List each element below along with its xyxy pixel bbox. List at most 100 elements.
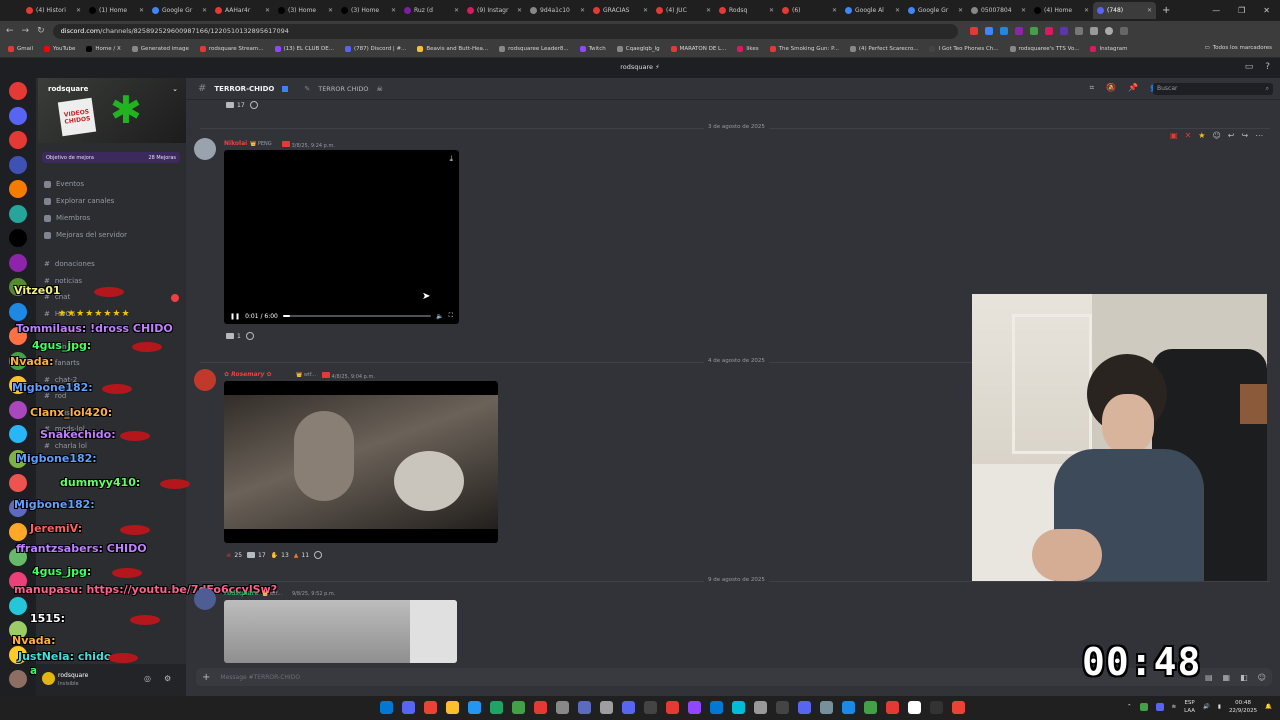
add-reaction-icon[interactable] [314, 551, 323, 559]
tray-app-icon[interactable] [1139, 703, 1148, 711]
message-author[interactable]: ✿ Rosemary ✿ [224, 371, 272, 378]
video-thumbnail[interactable] [224, 381, 498, 543]
reaction[interactable]: ▲ 11 [294, 551, 309, 559]
tab-close-icon[interactable]: ✕ [265, 7, 270, 14]
tab-close-icon[interactable]: ✕ [958, 7, 963, 14]
browser-tab[interactable]: (3) Home ✕ [274, 2, 337, 19]
gif-icon[interactable]: ▦ [1223, 673, 1231, 682]
inbox-icon[interactable]: ▭ [1245, 62, 1254, 72]
taskbar-app-icon[interactable] [952, 701, 965, 714]
tab-close-icon[interactable]: ✕ [202, 7, 207, 14]
help-icon[interactable]: ? [1265, 62, 1270, 72]
notification-bell-icon[interactable]: 🔔 [1265, 704, 1272, 710]
server-icon[interactable] [9, 302, 27, 321]
menu-icon[interactable] [1119, 27, 1128, 35]
pin-icon[interactable]: 📌 [1128, 83, 1138, 93]
browser-tab[interactable]: GRACIAS ✕ [589, 2, 652, 19]
puzzle-icon[interactable] [1074, 27, 1083, 35]
server-menu-item[interactable]: Eventos [44, 180, 84, 188]
bookmark-item[interactable]: Cqaeglqb_lg [616, 46, 660, 52]
browser-tab[interactable]: Google Gr ✕ [148, 2, 211, 19]
taskbar-app-icon[interactable] [754, 701, 767, 714]
server-icon[interactable] [9, 180, 27, 198]
avatar[interactable] [42, 672, 55, 685]
app-icon[interactable]: ▣ [1170, 131, 1178, 140]
taskbar-app-icon[interactable] [446, 701, 459, 714]
tab-close-icon[interactable]: ✕ [895, 7, 900, 14]
extension-icon[interactable] [1014, 27, 1023, 35]
taskbar-app-icon[interactable] [820, 701, 833, 714]
reaction[interactable]: 1 [226, 332, 241, 340]
extension-icon[interactable] [969, 27, 978, 35]
thread-title[interactable]: TERROR CHIDO [318, 85, 368, 93]
emoji-icon[interactable]: ☺ [1258, 673, 1266, 682]
reaction[interactable]: ☠ 25 [226, 551, 242, 559]
bookmark-item[interactable]: Generated image [131, 46, 189, 52]
volume-icon[interactable]: 🔈 [436, 313, 443, 320]
taskbar-app-icon[interactable] [512, 701, 525, 714]
pause-icon[interactable]: ❚❚ [230, 313, 240, 320]
all-bookmarks-button[interactable]: ▭ Todos los marcadores [1205, 45, 1272, 51]
add-attachment-icon[interactable]: + [202, 672, 210, 683]
forward-icon[interactable]: ↪ [1241, 131, 1248, 140]
bookmark-item[interactable]: likes [737, 46, 759, 52]
tab-close-icon[interactable]: ✕ [706, 7, 711, 14]
browser-tab[interactable]: (4) Home ✕ [1030, 2, 1093, 19]
taskbar-app-icon[interactable] [776, 701, 789, 714]
server-icon[interactable] [9, 596, 27, 615]
tab-close-icon[interactable]: ✕ [391, 7, 396, 14]
wifi-icon[interactable]: ≋ [1172, 704, 1177, 710]
bookmark-item[interactable]: Instagram [1090, 46, 1127, 52]
server-icon[interactable] [9, 82, 27, 100]
taskbar-app-icon[interactable] [402, 701, 415, 714]
extension-icon[interactable] [1059, 27, 1068, 35]
more-icon[interactable]: ⋯ [1255, 131, 1263, 140]
bookmark-item[interactable]: Beavis and Butt-Hea... [417, 46, 488, 52]
download-icon[interactable] [1089, 27, 1098, 35]
maximize-icon[interactable]: ❐ [1238, 6, 1245, 15]
server-icon[interactable] [9, 106, 27, 125]
forward-icon[interactable]: → [22, 26, 30, 36]
chevron-down-icon[interactable]: ⌄ [172, 85, 178, 93]
server-icon[interactable] [9, 204, 27, 223]
tab-close-icon[interactable]: ✕ [328, 7, 333, 14]
taskbar-app-icon[interactable] [886, 701, 899, 714]
taskbar-app-icon[interactable] [468, 701, 481, 714]
taskbar-app-icon[interactable] [600, 701, 613, 714]
tab-close-icon[interactable]: ✕ [76, 7, 81, 14]
tab-close-icon[interactable]: ✕ [580, 7, 585, 14]
server-icon[interactable] [9, 425, 27, 443]
taskbar-app-icon[interactable] [578, 701, 591, 714]
message-author[interactable]: Nikolai [224, 140, 247, 147]
tab-close-icon[interactable]: ✕ [139, 7, 144, 14]
taskbar-app-icon[interactable] [644, 701, 657, 714]
bookmark-item[interactable]: rodsquaree's TTS Vo... [1009, 46, 1079, 52]
taskbar-app-icon[interactable] [732, 701, 745, 714]
taskbar-app-icon[interactable] [556, 701, 569, 714]
chevron-up-icon[interactable]: ⌃ [1127, 704, 1132, 710]
message-author[interactable]: rodsquare [224, 590, 259, 597]
taskbar-app-icon[interactable] [710, 701, 723, 714]
reaction[interactable]: 17 [226, 101, 245, 109]
reply-icon[interactable]: ↩ [1228, 131, 1235, 140]
tab-close-icon[interactable]: ✕ [769, 7, 774, 14]
bookmark-item[interactable]: MARATON DE L... [670, 46, 726, 52]
bookmark-item[interactable]: (787) Discord | #... [344, 46, 406, 52]
url-input[interactable]: discord.com/channels/825892529600987166/… [52, 23, 958, 39]
taskbar-app-icon[interactable] [798, 701, 811, 714]
browser-tab[interactable]: 05007804 ✕ [967, 2, 1030, 19]
tab-close-icon[interactable]: ✕ [1147, 7, 1152, 14]
bookmark-item[interactable]: rodsquare Stream... [199, 46, 264, 52]
avatar[interactable] [194, 369, 216, 391]
browser-tab[interactable]: (4) Histori ✕ [22, 2, 85, 19]
bookmark-item[interactable]: Gmail [8, 46, 33, 52]
video-progress-bar[interactable] [282, 315, 432, 317]
browser-tab[interactable]: (748) ✕ [1093, 2, 1156, 19]
extension-icon[interactable] [999, 27, 1008, 35]
browser-tab[interactable]: (9) Instagr ✕ [463, 2, 526, 19]
tab-close-icon[interactable]: ✕ [643, 7, 648, 14]
extension-icon[interactable] [984, 27, 993, 35]
fullscreen-icon[interactable]: ⛶ [449, 312, 453, 320]
video-thumbnail[interactable] [224, 600, 457, 663]
browser-tab[interactable]: Google Al ✕ [841, 2, 904, 19]
